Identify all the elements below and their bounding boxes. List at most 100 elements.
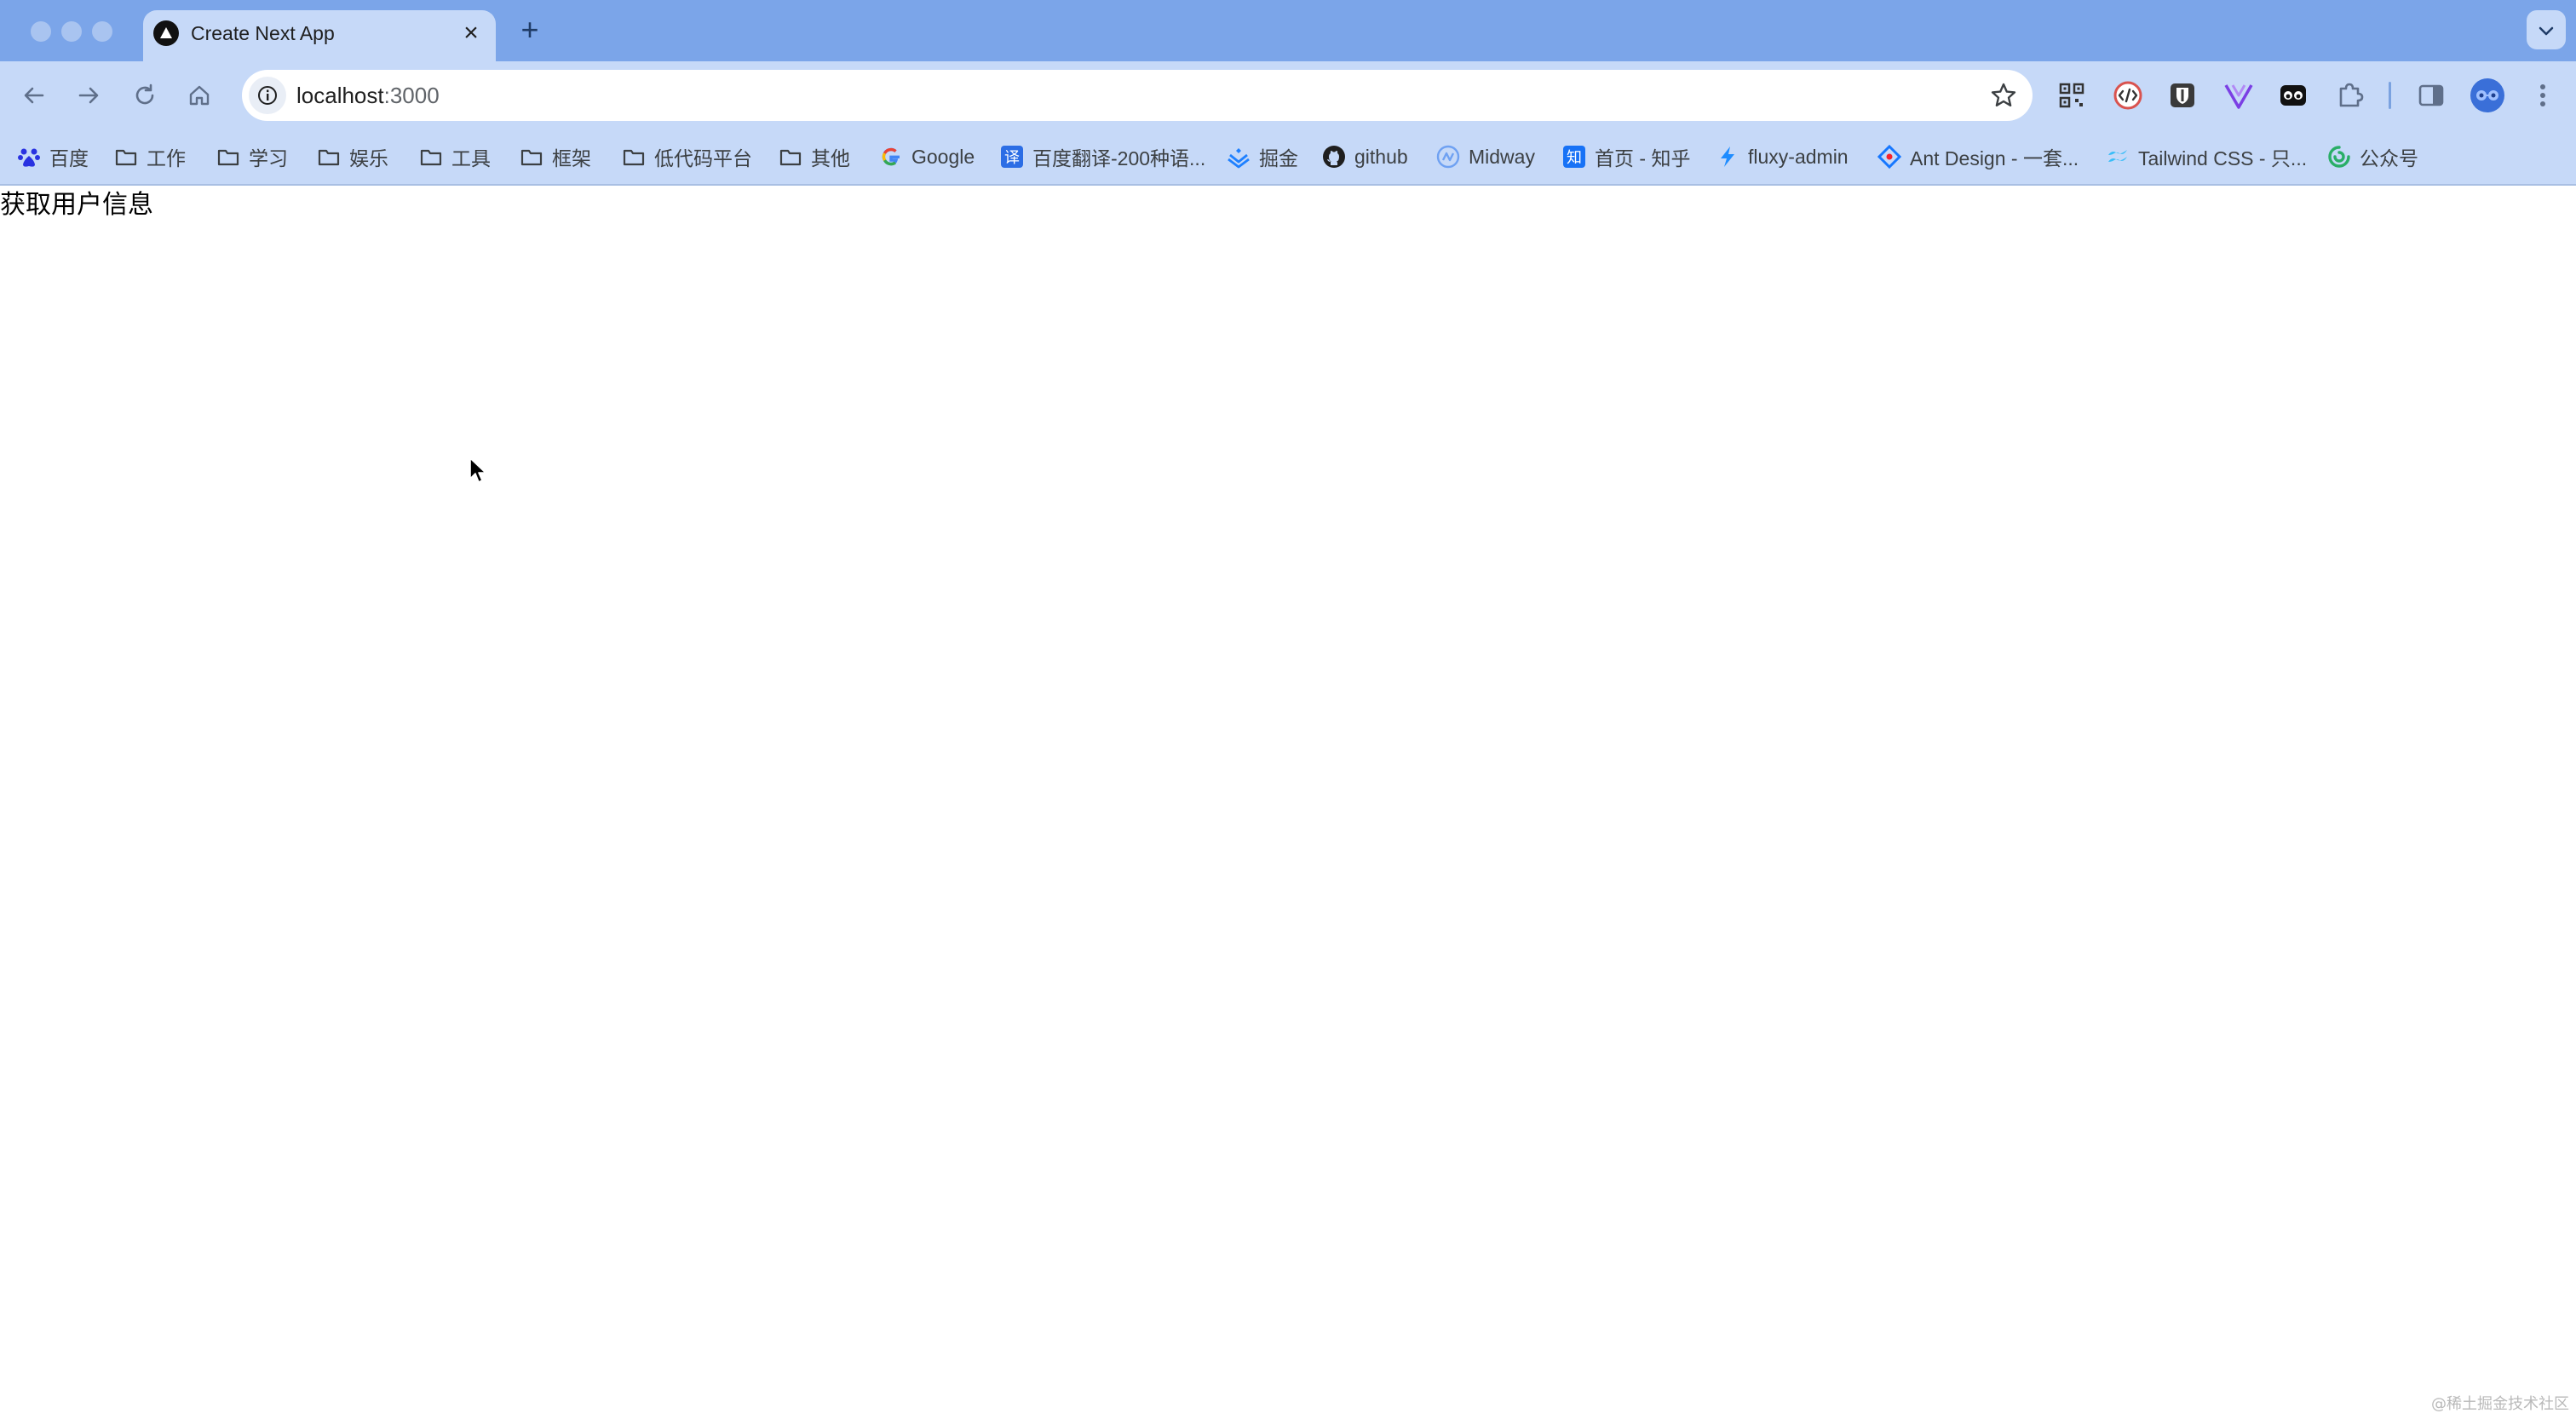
url-text[interactable]: localhost:3000 <box>296 70 440 121</box>
bookmark-ant-design[interactable]: Ant Design - 一套... <box>1877 129 2079 184</box>
window-zoom-button[interactable] <box>92 21 112 42</box>
new-tab-button[interactable]: + <box>515 14 545 46</box>
bookmark-folder-lowcode[interactable]: 低代码平台 <box>622 129 752 184</box>
watermark: @稀土掘金技术社区 <box>2431 1395 2569 1413</box>
tab-close-icon[interactable]: × <box>458 20 484 46</box>
bookmark-google[interactable]: Google <box>879 129 975 184</box>
chevron-down-icon <box>2539 26 2554 36</box>
bookmark-label: 工作 <box>147 147 186 169</box>
bookmark-tailwind[interactable]: Tailwind CSS - 只... <box>2106 129 2307 184</box>
bookmark-folder-entertainment[interactable]: 娱乐 <box>317 129 388 184</box>
folder-icon <box>622 145 646 169</box>
puzzle-icon <box>2339 83 2364 107</box>
svg-text:译: 译 <box>1004 149 1020 167</box>
bookmarks-bar: 百度 工作 学习 娱乐 工具 框架 低代码平台 其他 Google 译 百度翻译… <box>0 129 2576 186</box>
folder-icon <box>216 145 240 169</box>
vue-devtools-extension-button[interactable] <box>2223 80 2254 111</box>
home-button[interactable] <box>182 78 216 112</box>
bookmark-label: github <box>1354 145 1408 168</box>
translate-icon: 译 <box>1000 145 1024 169</box>
forward-button[interactable] <box>72 78 106 112</box>
extensions-button[interactable] <box>2334 80 2365 111</box>
tab-strip: Create Next App × + <box>0 0 2576 61</box>
profile-avatar[interactable] <box>2470 78 2504 112</box>
bookmark-label: Tailwind CSS - 只... <box>2138 147 2308 169</box>
side-panel-button[interactable] <box>2416 80 2447 111</box>
bookmark-label: 低代码平台 <box>654 147 752 169</box>
triangle-icon <box>2224 84 2253 109</box>
midway-icon <box>1436 145 1460 169</box>
bookmark-folder-other[interactable]: 其他 <box>779 129 850 184</box>
bookmark-wechat-official[interactable]: 公众号 <box>2327 129 2418 184</box>
bookmark-label: 百度 <box>49 147 89 169</box>
github-icon <box>1322 145 1346 169</box>
google-icon <box>879 145 903 169</box>
bookmark-folder-work[interactable]: 工作 <box>114 129 186 184</box>
qr-code-extension-button[interactable] <box>2056 80 2087 111</box>
bookmark-label: 其他 <box>811 147 850 169</box>
toolbar-separator <box>2389 82 2391 109</box>
url-host: localhost <box>296 83 384 108</box>
bookmark-label: 掘金 <box>1259 147 1298 169</box>
page-text-get-user-info: 获取用户信息 <box>0 190 153 220</box>
back-button[interactable] <box>17 78 51 112</box>
bookmark-folder-study[interactable]: 学习 <box>216 129 288 184</box>
avatar-glasses-icon <box>2476 90 2498 101</box>
bookmark-folder-frameworks[interactable]: 框架 <box>520 129 591 184</box>
reload-icon <box>135 83 154 105</box>
code-icon <box>2113 81 2142 110</box>
site-info-button[interactable] <box>249 77 286 114</box>
eyes-extension-button[interactable] <box>2278 80 2309 111</box>
more-vert-icon <box>2540 84 2545 106</box>
shield-icon <box>2171 83 2194 107</box>
side-panel-icon <box>2418 84 2444 106</box>
bookmark-label: 公众号 <box>2360 147 2418 169</box>
arrow-left-icon <box>24 87 44 104</box>
bookmark-label: 框架 <box>552 147 591 169</box>
folder-icon <box>419 145 443 169</box>
bookmark-label: Ant Design - 一套... <box>1910 147 2079 169</box>
folder-icon <box>317 145 341 169</box>
browser-toolbar: localhost:3000 <box>0 61 2576 129</box>
star-icon[interactable] <box>1990 82 2017 109</box>
browser-menu-button[interactable] <box>2530 78 2556 112</box>
mouse-cursor-icon <box>469 457 486 483</box>
nextjs-icon <box>153 20 179 46</box>
folder-icon <box>114 145 138 169</box>
address-bar[interactable]: localhost:3000 <box>242 70 2033 121</box>
home-icon <box>189 85 210 106</box>
bookmark-midway[interactable]: Midway <box>1436 129 1535 184</box>
bookmark-baidu[interactable]: 百度 <box>17 129 89 184</box>
bookmark-label: Google <box>911 145 975 168</box>
window-close-button[interactable] <box>31 21 51 42</box>
arrow-right-icon <box>78 87 99 104</box>
qr-code-icon <box>2059 83 2084 108</box>
page-viewport: 获取用户信息 @稀土掘金技术社区 <box>0 186 2576 1419</box>
bookmark-label: 百度翻译-200种语... <box>1032 147 1206 169</box>
bookmark-zhihu[interactable]: 知 首页 - 知乎 <box>1562 129 1690 184</box>
bookmark-github[interactable]: github <box>1322 129 1408 184</box>
svg-text:知: 知 <box>1567 149 1582 167</box>
window-minimize-button[interactable] <box>61 21 82 42</box>
antd-icon <box>1877 145 1901 169</box>
tailwind-icon <box>2106 145 2130 169</box>
tab-create-next-app[interactable]: Create Next App × <box>143 10 496 61</box>
bookmark-fluxy-admin[interactable]: fluxy-admin <box>1716 129 1849 184</box>
bookmark-baidu-translate[interactable]: 译 百度翻译-200种语... <box>1000 129 1205 184</box>
bookmark-label: 工具 <box>451 147 491 169</box>
juejin-icon <box>1227 145 1251 169</box>
bolt-icon <box>1716 145 1739 169</box>
bookmark-folder-tools[interactable]: 工具 <box>419 129 491 184</box>
eyes-icon <box>2280 85 2306 106</box>
url-port: :3000 <box>383 83 440 108</box>
tab-title: Create Next App <box>191 22 335 44</box>
code-extension-button[interactable] <box>2113 80 2143 111</box>
zhihu-icon: 知 <box>1562 145 1586 169</box>
bookmark-label: 娱乐 <box>349 147 388 169</box>
baidu-icon <box>17 145 41 169</box>
tab-search-button[interactable] <box>2527 10 2566 49</box>
folder-icon <box>779 145 802 169</box>
bookmark-juejin[interactable]: 掘金 <box>1227 129 1298 184</box>
shield-extension-button[interactable] <box>2167 80 2198 111</box>
reload-button[interactable] <box>128 78 162 112</box>
